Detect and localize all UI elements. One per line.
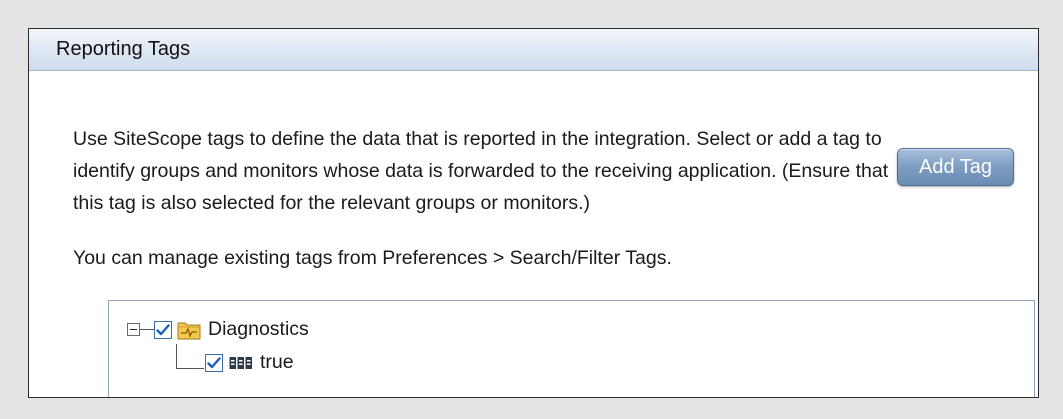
tag-values-icon (229, 356, 253, 370)
manage-tags-note: You can manage existing tags from Prefer… (73, 247, 672, 269)
diagnostics-checkbox[interactable] (154, 320, 172, 339)
true-label: true (260, 351, 294, 373)
folder-icon (177, 320, 201, 340)
panel-header[interactable]: Reporting Tags (29, 29, 1038, 71)
add-tag-button[interactable]: Add Tag (897, 148, 1014, 186)
tree-connector-line (176, 344, 204, 369)
collapse-icon[interactable] (127, 323, 140, 336)
reporting-tags-panel: Reporting Tags Use SiteScope tags to def… (28, 28, 1039, 398)
true-checkbox[interactable] (205, 353, 223, 372)
checkmark-icon (156, 323, 170, 335)
tree-node-diagnostics[interactable]: Diagnostics (127, 318, 309, 341)
description-text: Use SiteScope tags to define the data th… (73, 128, 889, 214)
tags-tree: Diagnostics true (108, 300, 1035, 397)
panel-title: Reporting Tags (56, 38, 191, 60)
tree-node-true[interactable]: true (205, 351, 294, 374)
tree-line (140, 329, 154, 330)
checkmark-icon (207, 356, 221, 368)
diagnostics-label: Diagnostics (208, 318, 309, 340)
